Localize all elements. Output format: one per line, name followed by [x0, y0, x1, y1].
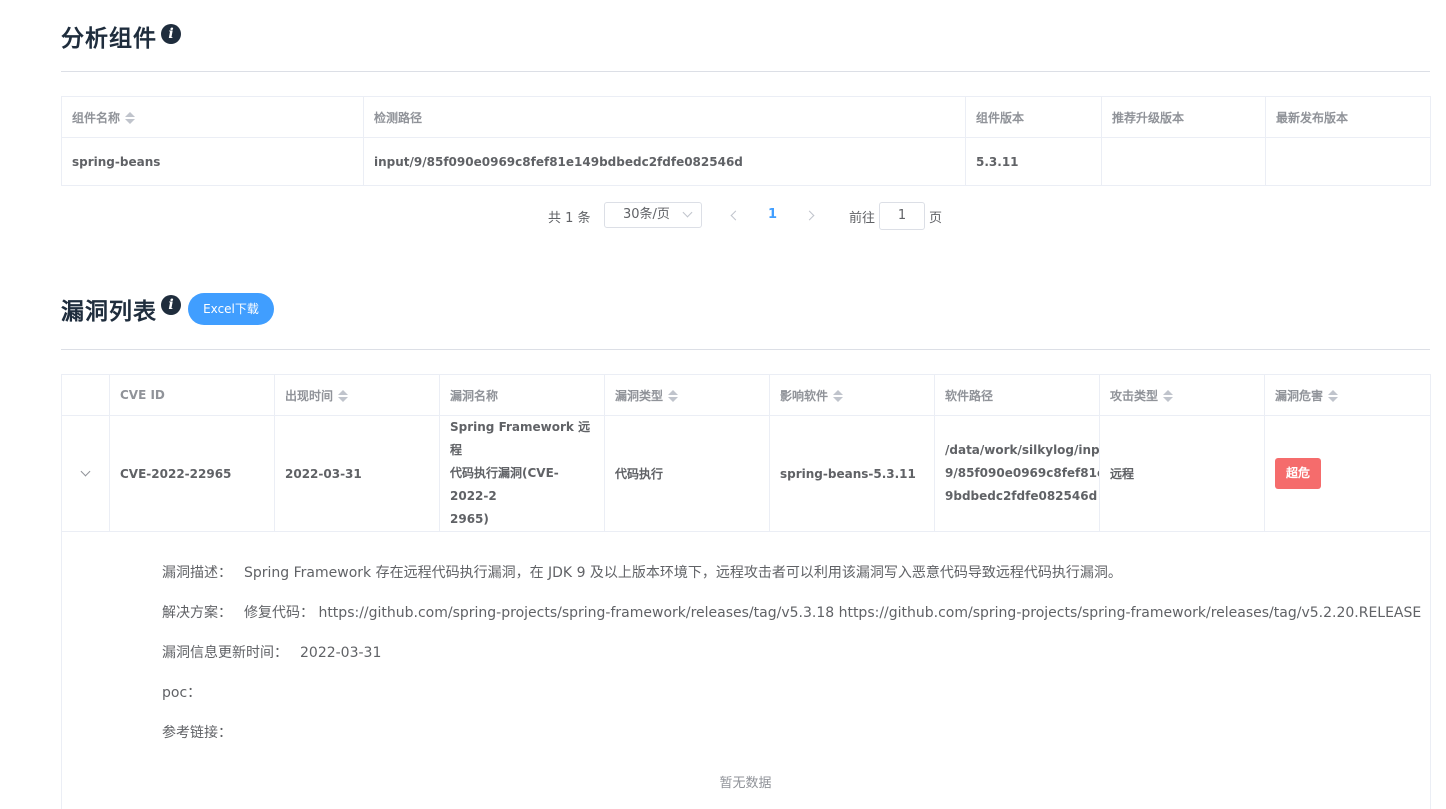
col-header-software-path: 软件路径 — [934, 374, 1100, 416]
page-number-current[interactable]: 1 — [768, 207, 777, 222]
update-time-label: 漏洞信息更新时间： — [162, 645, 288, 661]
sort-icon[interactable] — [1328, 389, 1339, 403]
chevron-down-icon — [682, 207, 693, 218]
goto-page-input[interactable]: 1 — [879, 202, 925, 230]
page-suffix: 页 — [929, 211, 943, 226]
col-header-expand — [61, 374, 110, 416]
col-header-attack-type[interactable]: 攻击类型 — [1099, 374, 1265, 416]
divider — [61, 71, 1430, 72]
sort-icon[interactable] — [1163, 389, 1174, 403]
empty-data-text: 暂无数据 — [719, 776, 772, 791]
detect-path-cell: input/9/85f090e0969c8fef81e149bdbedc2fdf… — [363, 137, 966, 186]
info-icon[interactable]: i — [161, 295, 181, 315]
page-size-select[interactable]: 30条/页 — [604, 202, 702, 228]
detail-description: 漏洞描述： Spring Framework 存在远程代码执行漏洞，在 JDK 9… — [162, 562, 1122, 582]
components-table: 组件名称 检测路径 组件版本 推荐升级版本 最新发布版本 spring-bean… — [61, 96, 1431, 186]
table-row: spring-beans input/9/85f090e0969c8fef81e… — [61, 137, 1431, 186]
col-header-software[interactable]: 影响软件 — [769, 374, 935, 416]
info-icon[interactable]: i — [161, 24, 181, 44]
severity-badge: 超危 — [1275, 458, 1321, 489]
divider — [61, 349, 1430, 350]
col-header-vuln-name: 漏洞名称 — [439, 374, 605, 416]
vuln-section-title: 漏洞列表 — [61, 299, 157, 325]
pagination-total: 共 1 条 — [548, 211, 591, 226]
prev-page-icon[interactable] — [730, 210, 741, 221]
description-label: 漏洞描述： — [162, 565, 232, 581]
col-header-date[interactable]: 出现时间 — [274, 374, 440, 416]
latest-version-cell — [1265, 137, 1431, 186]
description-value: Spring Framework 存在远程代码执行漏洞，在 JDK 9 及以上版… — [244, 565, 1122, 581]
col-header-recommended-version: 推荐升级版本 — [1101, 96, 1266, 138]
page-size-value: 30条/页 — [623, 207, 670, 222]
col-header-vuln-type[interactable]: 漏洞类型 — [604, 374, 770, 416]
update-time-value: 2022-03-31 — [300, 645, 382, 661]
component-version-cell: 5.3.11 — [965, 137, 1102, 186]
col-header-component-name[interactable]: 组件名称 — [61, 96, 364, 138]
col-header-detect-path: 检测路径 — [363, 96, 966, 138]
components-section-title: 分析组件 — [61, 26, 157, 52]
col-header-component-version: 组件版本 — [965, 96, 1102, 138]
sort-icon[interactable] — [833, 389, 844, 403]
detail-update-time: 漏洞信息更新时间： 2022-03-31 — [162, 642, 381, 662]
col-header-latest-version: 最新发布版本 — [1265, 96, 1431, 138]
component-name-cell: spring-beans — [61, 137, 364, 186]
poc-label: poc： — [162, 685, 202, 701]
excel-download-button[interactable]: Excel下载 — [188, 293, 274, 325]
reference-links-label: 参考链接： — [162, 725, 232, 741]
detail-solution: 解决方案： 修复代码： https://github.com/spring-pro… — [162, 602, 1421, 622]
recommended-version-cell — [1101, 137, 1266, 186]
sort-icon[interactable] — [125, 111, 136, 125]
next-page-icon[interactable] — [804, 210, 815, 221]
chevron-down-icon[interactable] — [80, 466, 91, 476]
goto-label: 前往 — [849, 211, 876, 226]
sort-icon[interactable] — [338, 389, 349, 403]
sort-icon[interactable] — [668, 389, 679, 403]
col-header-cve-id: CVE ID — [109, 374, 275, 416]
solution-value: 修复代码： https://github.com/spring-projects… — [244, 605, 1422, 621]
solution-label: 解决方案： — [162, 605, 232, 621]
col-header-severity[interactable]: 漏洞危害 — [1264, 374, 1431, 416]
